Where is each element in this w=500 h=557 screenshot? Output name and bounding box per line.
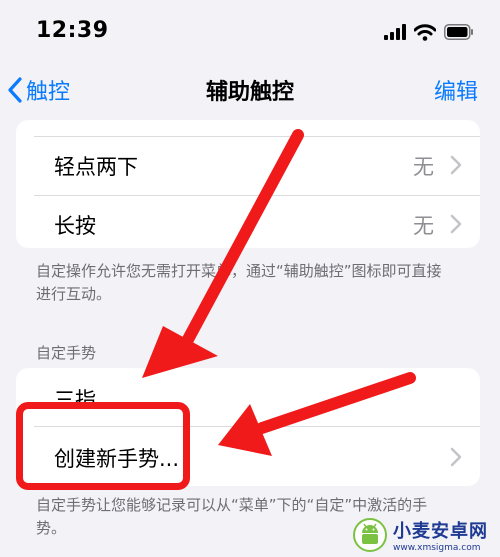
status-icons — [384, 22, 474, 42]
watermark: 小麦安卓网 www.xmsigma.com — [353, 517, 488, 553]
chevron-right-icon — [450, 214, 462, 234]
watermark-brand: 小麦安卓网 — [393, 521, 488, 542]
chevron-right-icon — [450, 155, 462, 175]
signal-icon — [384, 24, 406, 40]
actions-footnote: 自定操作允许您无需打开菜单，通过“辅助触控”图标即可直接进行互动。 — [36, 262, 442, 303]
chevron-right-icon — [450, 447, 462, 467]
row-value: 无 — [413, 214, 434, 238]
gestures-section-header: 自定手势 — [36, 344, 97, 362]
edit-button[interactable]: 编辑 — [434, 74, 478, 106]
wifi-icon — [414, 23, 436, 41]
row-label: 轻点两下 — [54, 155, 138, 179]
row-long-press[interactable]: 长按 无 — [34, 196, 480, 248]
row-double-tap[interactable]: 轻点两下 无 — [34, 137, 480, 196]
clipped-row — [34, 120, 480, 137]
nav-bar: 触控 辅助触控 编辑 — [0, 62, 500, 116]
android-logo-icon — [353, 518, 387, 552]
watermark-url: www.xmsigma.com — [393, 543, 481, 553]
battery-icon — [444, 24, 473, 40]
page-title: 辅助触控 — [205, 80, 294, 105]
custom-actions-card: 轻点两下 无 长按 无 — [16, 120, 480, 248]
row-label: 长按 — [54, 214, 96, 238]
row-value: 无 — [413, 155, 434, 179]
status-time: 12:39 — [36, 18, 109, 43]
status-bar: 12:39 — [0, 0, 500, 62]
annotation-highlight-box — [16, 402, 190, 490]
